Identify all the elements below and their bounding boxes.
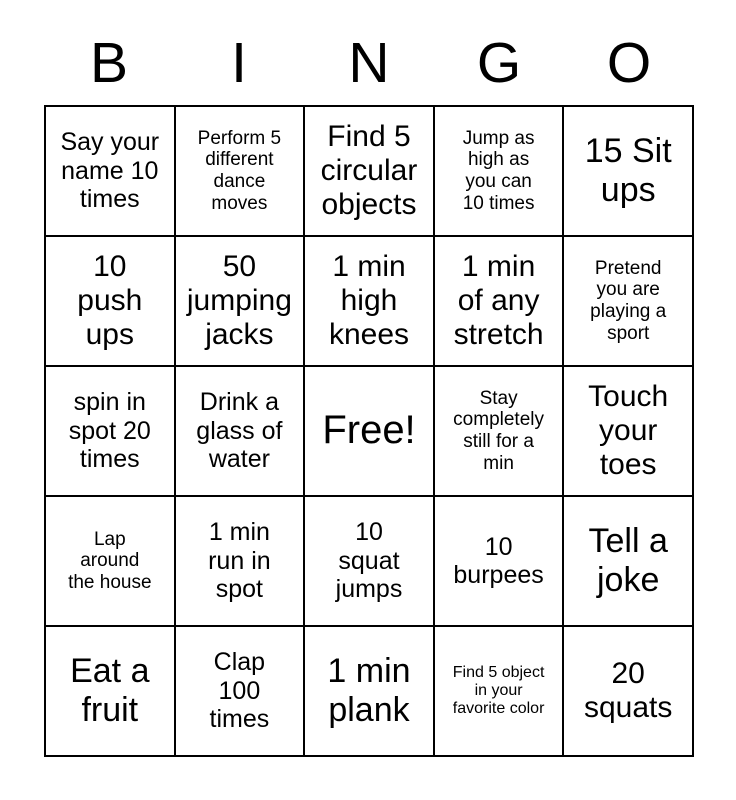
bingo-cell[interactable]: 10 push ups bbox=[46, 237, 176, 367]
bingo-cell[interactable]: Clap 100 times bbox=[175, 627, 306, 757]
bingo-cell[interactable]: Say your name 10 times bbox=[46, 107, 176, 237]
bingo-cell[interactable]: 1 min high knees bbox=[305, 237, 435, 367]
bingo-cell-label: 1 min of any stretch bbox=[453, 249, 544, 352]
bingo-cell[interactable]: Touch your toes bbox=[564, 367, 694, 497]
bingo-cell[interactable]: Tell a joke bbox=[564, 497, 694, 627]
bingo-cell-label: Drink a glass of water bbox=[196, 388, 283, 474]
bingo-header-letter-b: B bbox=[89, 30, 129, 95]
bingo-cell[interactable]: spin in spot 20 times bbox=[46, 367, 176, 497]
bingo-cell-label: 15 Sit ups bbox=[584, 132, 672, 209]
bingo-cell[interactable]: 1 min plank bbox=[305, 627, 435, 757]
bingo-cell[interactable]: Jump as high as you can 10 times bbox=[434, 107, 565, 237]
bingo-cell-label: 10 burpees bbox=[453, 532, 544, 590]
bingo-cell-label: spin in spot 20 times bbox=[68, 388, 151, 474]
bingo-cell[interactable]: 50 jumping jacks bbox=[175, 237, 306, 367]
bingo-cell[interactable]: Perform 5 different dance moves bbox=[175, 107, 306, 237]
bingo-header-letter-n: N bbox=[348, 30, 390, 95]
bingo-cell-label: 10 squat jumps bbox=[335, 518, 403, 604]
bingo-header-letter-o: O bbox=[606, 30, 652, 95]
bingo-cell-label: 1 min plank bbox=[327, 652, 411, 729]
bingo-cell[interactable]: 15 Sit ups bbox=[564, 107, 694, 237]
bingo-cell-label: 1 min run in spot bbox=[208, 518, 271, 604]
bingo-card: B I N G O Say your name 10 times Perform… bbox=[0, 0, 736, 800]
bingo-cell-label: Jump as high as you can 10 times bbox=[462, 127, 535, 214]
bingo-cell-label: Find 5 object in your favorite color bbox=[452, 663, 545, 718]
bingo-header-letter-g: G bbox=[476, 30, 522, 95]
bingo-cell-label: Touch your toes bbox=[588, 379, 669, 482]
bingo-cell[interactable]: 10 squat jumps bbox=[305, 497, 435, 627]
bingo-free-space[interactable]: Free! bbox=[305, 367, 435, 497]
bingo-cell-label: 50 jumping jacks bbox=[186, 249, 292, 352]
bingo-cell[interactable]: Drink a glass of water bbox=[175, 367, 306, 497]
bingo-cell[interactable]: Find 5 circular objects bbox=[305, 107, 435, 237]
bingo-cell-label: Perform 5 different dance moves bbox=[197, 127, 282, 214]
bingo-cell[interactable]: Stay completely still for a min bbox=[434, 367, 565, 497]
bingo-cell[interactable]: 1 min of any stretch bbox=[434, 237, 565, 367]
bingo-cell-label: Clap 100 times bbox=[209, 648, 270, 734]
bingo-cell[interactable]: Eat a fruit bbox=[46, 627, 176, 757]
bingo-cell[interactable]: 20 squats bbox=[564, 627, 694, 757]
bingo-cell[interactable]: Pretend you are playing a sport bbox=[564, 237, 694, 367]
bingo-cell[interactable]: Lap around the house bbox=[46, 497, 176, 627]
bingo-cell-label: 1 min high knees bbox=[328, 249, 410, 352]
bingo-cell-label: 10 push ups bbox=[77, 249, 143, 352]
bingo-cell-label: Say your name 10 times bbox=[60, 128, 160, 214]
bingo-cell-label: 20 squats bbox=[584, 656, 673, 724]
bingo-cell[interactable]: 1 min run in spot bbox=[175, 497, 306, 627]
bingo-grid: Say your name 10 times Perform 5 differe… bbox=[44, 105, 694, 757]
bingo-header-letter-i: I bbox=[231, 30, 247, 95]
bingo-header-row: B I N G O bbox=[44, 26, 694, 100]
bingo-cell-label: Eat a fruit bbox=[70, 652, 150, 729]
bingo-cell[interactable]: Find 5 object in your favorite color bbox=[434, 627, 565, 757]
bingo-free-space-label: Free! bbox=[322, 408, 416, 453]
bingo-cell-label: Pretend you are playing a sport bbox=[590, 257, 667, 344]
bingo-cell[interactable]: 10 burpees bbox=[434, 497, 565, 627]
bingo-cell-label: Find 5 circular objects bbox=[320, 119, 418, 222]
bingo-cell-label: Stay completely still for a min bbox=[453, 387, 544, 474]
bingo-cell-label: Lap around the house bbox=[68, 528, 152, 593]
bingo-cell-label: Tell a joke bbox=[588, 522, 668, 599]
